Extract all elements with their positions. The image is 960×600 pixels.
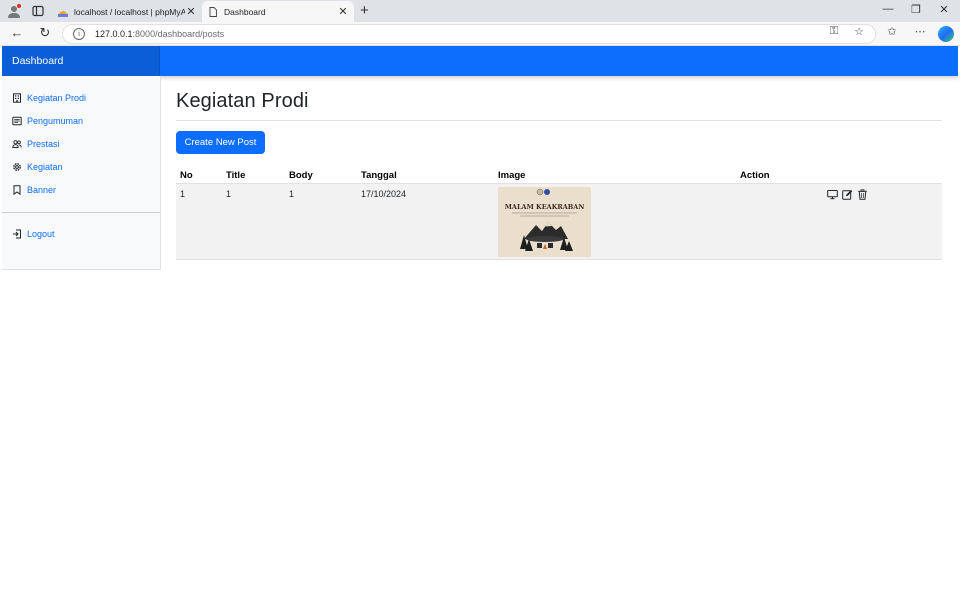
- sidebar-item-kegiatan[interactable]: Kegiatan: [12, 160, 63, 174]
- building-icon: [12, 93, 22, 103]
- sidebar: Kegiatan Prodi Pengumuman Prestasi Kegia…: [2, 76, 161, 270]
- bookmark-icon: [12, 185, 22, 195]
- more-menu-icon[interactable]: ⋯: [912, 25, 928, 38]
- top-navbar: Dashboard: [2, 46, 958, 76]
- tab-actions-icon[interactable]: [30, 3, 46, 19]
- address-toolbar: ← ↻ i 127.0.0.1:8000/dashboard/posts ⚿ ☆…: [0, 22, 960, 46]
- column-header-title: Title: [226, 170, 246, 181]
- profile-icon[interactable]: [6, 3, 22, 19]
- close-tab-icon[interactable]: ✕: [337, 5, 349, 18]
- cell-body: 1: [289, 189, 295, 199]
- site-info-icon[interactable]: i: [73, 28, 85, 40]
- sidebar-item-label: Prestasi: [27, 139, 60, 149]
- cell-no: 1: [180, 189, 186, 199]
- navbar-brand[interactable]: Dashboard: [2, 46, 160, 76]
- row-actions: [827, 189, 868, 200]
- column-header-tanggal: Tanggal: [361, 170, 397, 181]
- sidebar-item-label: Kegiatan: [27, 162, 63, 172]
- post-image-thumbnail: MALAM KEAKRABAN: [498, 187, 591, 257]
- browser-tab-bar: localhost / localhost | phpMyAdm ✕ Dashb…: [0, 0, 960, 22]
- copilot-icon[interactable]: [938, 26, 954, 42]
- create-new-post-button[interactable]: Create New Post: [176, 131, 265, 154]
- column-header-no: No: [180, 170, 193, 181]
- page-title: Kegiatan Prodi: [176, 90, 309, 112]
- column-header-action: Action: [740, 170, 770, 181]
- gear-icon: [12, 162, 22, 172]
- restore-icon[interactable]: ❐: [908, 3, 924, 16]
- sidebar-divider: [2, 212, 160, 213]
- logout-icon: [12, 229, 22, 239]
- tab-phpmyadmin[interactable]: localhost / localhost | phpMyAdm ✕: [52, 1, 202, 22]
- sidebar-item-label: Pengumuman: [27, 116, 84, 126]
- sidebar-item-label: Logout: [27, 229, 55, 239]
- column-header-image: Image: [498, 170, 526, 181]
- key-icon[interactable]: ⚿: [826, 25, 842, 38]
- poster-illustration: [498, 187, 591, 257]
- edit-pencil-icon[interactable]: [842, 189, 853, 200]
- close-window-icon[interactable]: ✕: [936, 3, 952, 16]
- table-header: No Title Body Tanggal Image Action: [176, 168, 942, 184]
- sidebar-item-logout[interactable]: Logout: [12, 227, 55, 241]
- tab-title: localhost / localhost | phpMyAdm: [74, 6, 185, 17]
- back-icon[interactable]: ←: [8, 25, 26, 40]
- sidebar-item-kegiatan-prodi[interactable]: Kegiatan Prodi: [12, 91, 86, 105]
- cell-title: 1: [226, 189, 232, 199]
- newspaper-icon: [12, 116, 22, 126]
- tab-title: Dashboard: [224, 6, 266, 17]
- cell-tanggal: 17/10/2024: [361, 189, 407, 199]
- url-bar[interactable]: i 127.0.0.1:8000/dashboard/posts: [62, 24, 876, 44]
- column-header-body: Body: [289, 170, 313, 181]
- url-path: :8000/dashboard/posts: [132, 29, 225, 39]
- close-tab-icon[interactable]: ✕: [185, 5, 197, 18]
- tab-dashboard[interactable]: Dashboard ✕: [202, 1, 354, 22]
- favorite-star-icon[interactable]: ☆: [851, 25, 867, 38]
- minimize-icon[interactable]: —: [880, 3, 896, 15]
- poster-title: MALAM KEAKRABAN: [504, 203, 585, 211]
- title-divider: [176, 120, 942, 121]
- phpmyadmin-favicon-icon: [58, 7, 68, 17]
- people-icon: [12, 139, 22, 149]
- sidebar-item-banner[interactable]: Banner: [12, 183, 56, 197]
- refresh-icon[interactable]: ↻: [36, 25, 54, 41]
- delete-trash-icon[interactable]: [857, 189, 868, 200]
- page-favicon-icon: [208, 6, 218, 17]
- sidebar-item-label: Banner: [27, 185, 57, 195]
- url-host: 127.0.0.1: [95, 29, 133, 39]
- favorites-icon[interactable]: ✩: [884, 25, 900, 38]
- table-row: 1 1 1 17/10/2024 MALAM KEAKRABAN: [176, 184, 942, 260]
- page-viewport: Dashboard Kegiatan Prodi Pengumuman Pres…: [2, 46, 958, 600]
- new-tab-icon[interactable]: +: [360, 2, 369, 19]
- sidebar-item-prestasi[interactable]: Prestasi: [12, 137, 60, 151]
- sidebar-item-label: Kegiatan Prodi: [27, 93, 87, 103]
- view-monitor-icon[interactable]: [827, 189, 838, 200]
- sidebar-item-pengumuman[interactable]: Pengumuman: [12, 114, 83, 128]
